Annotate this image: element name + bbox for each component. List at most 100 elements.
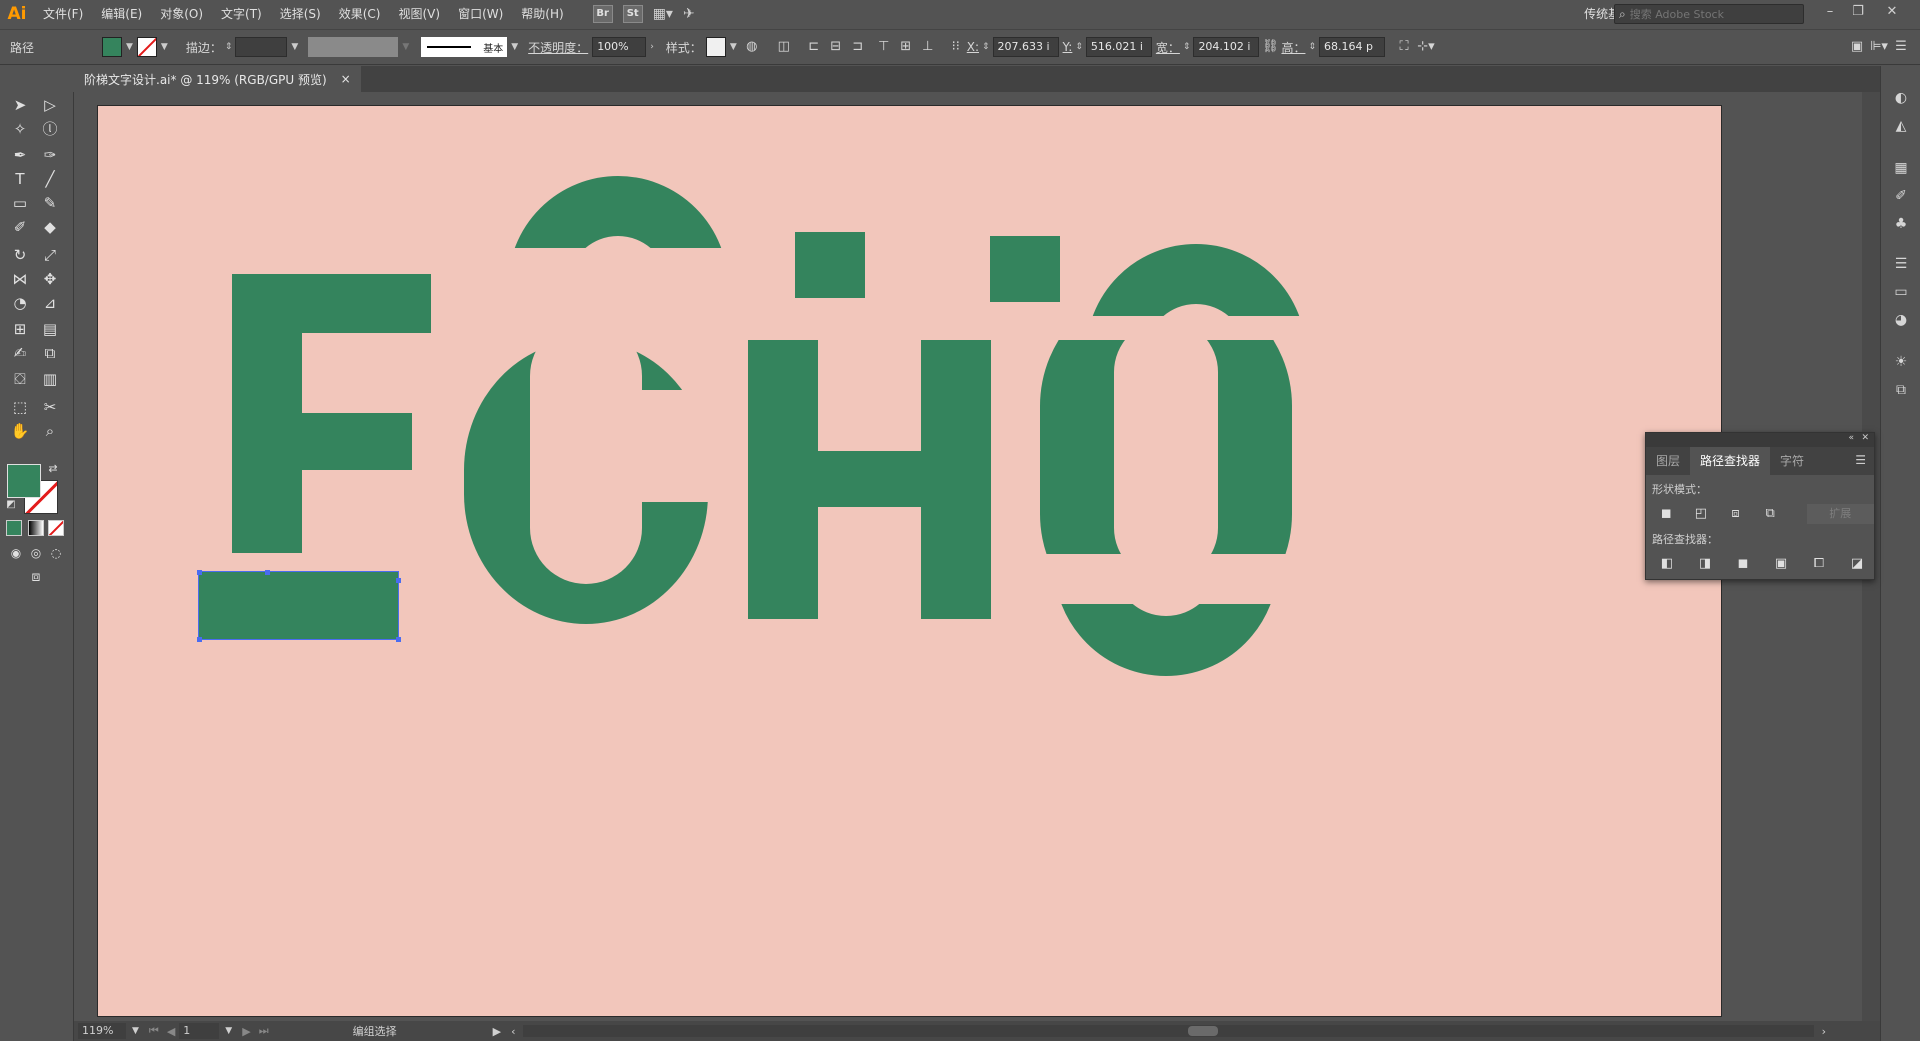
zoom-field[interactable]: 119% — [78, 1023, 126, 1039]
width-field[interactable]: 204.102 i — [1193, 37, 1260, 57]
next-artboard-icon[interactable]: ▶ — [242, 1025, 250, 1038]
last-artboard-icon[interactable]: ⏭ — [259, 1024, 269, 1038]
screen-mode-icon[interactable]: ⧈ — [24, 566, 48, 588]
menu-window[interactable]: 窗口(W) — [449, 0, 512, 28]
align-left-icon[interactable]: ⊏ — [803, 36, 825, 58]
selection-tool-icon[interactable]: ➤ — [8, 94, 32, 116]
swatches-icon[interactable]: ▦ — [1891, 158, 1911, 178]
slice-tool-icon[interactable]: ✂ — [38, 396, 62, 418]
curvature-tool-icon[interactable]: ✑ — [38, 144, 62, 166]
letter-h-crossbar[interactable] — [748, 451, 991, 507]
close-tab-icon[interactable]: × — [341, 72, 351, 86]
recolor-artwork-icon[interactable]: ◍ — [741, 36, 763, 58]
direct-selection-tool-icon[interactable]: ▷ — [38, 94, 62, 116]
bridge-icon[interactable]: Br — [592, 5, 613, 23]
chevron-down-icon[interactable]: ▼ — [291, 42, 298, 52]
menu-effect[interactable]: 效果(C) — [330, 0, 390, 28]
selection-anchor-point[interactable] — [396, 637, 401, 642]
exclude-icon[interactable]: ⧉ — [1760, 503, 1781, 525]
artboard-number-field[interactable]: 1 — [179, 1023, 220, 1039]
zoom-tool-icon[interactable]: ⌕ — [38, 420, 62, 442]
letter-o-top-arc[interactable] — [1086, 244, 1306, 316]
isolate-icon[interactable]: ▣ — [1846, 36, 1868, 58]
graphic-style-swatch[interactable] — [705, 37, 726, 57]
paintbrush-tool-icon[interactable]: ✎ — [38, 192, 62, 214]
letter-c-top-arc[interactable] — [508, 176, 728, 248]
magic-wand-tool-icon[interactable]: ✧ — [8, 118, 32, 140]
letter-e-bottom-bar-selected[interactable] — [198, 571, 399, 640]
chevron-down-icon[interactable]: ▼ — [511, 42, 518, 52]
eraser-tool-icon[interactable]: ◆ — [38, 216, 62, 238]
libraries-icon[interactable]: ◭ — [1891, 116, 1911, 136]
letter-h-left-step[interactable] — [795, 232, 865, 298]
artboard-tool-icon[interactable]: ⬚ — [8, 396, 32, 418]
type-tool-icon[interactable]: T — [8, 168, 32, 190]
arrange-panel-icon[interactable]: ⊫▾ — [1868, 36, 1890, 58]
stroke-color-swatch[interactable] — [136, 37, 157, 57]
tab-layers[interactable]: 图层 — [1646, 447, 1690, 475]
color-mode-icon[interactable] — [6, 520, 22, 536]
intersect-icon[interactable]: ⧈ — [1725, 503, 1746, 525]
letter-c-body[interactable] — [464, 340, 708, 624]
artboard[interactable] — [97, 105, 1722, 1017]
shaper-tool-icon[interactable]: ✐ — [8, 216, 32, 238]
crop-icon[interactable]: ▣ — [1770, 553, 1792, 575]
width-tool-icon[interactable]: ⋈ — [8, 268, 32, 290]
panel-header[interactable]: « ✕ — [1646, 433, 1874, 447]
transform-icon[interactable]: ⛶ — [1393, 36, 1415, 58]
gradient-icon[interactable]: ▭ — [1891, 282, 1911, 302]
scroll-right-icon[interactable]: › — [1822, 1025, 1826, 1038]
outline-icon[interactable]: ⧠ — [1808, 553, 1830, 575]
gradient-mode-icon[interactable] — [28, 520, 44, 536]
stroke-icon[interactable]: ☰ — [1891, 254, 1911, 274]
minus-back-icon[interactable]: ◪ — [1846, 553, 1868, 575]
menu-type[interactable]: 文字(T) — [212, 0, 271, 28]
y-stepper[interactable]: ⇕ — [1075, 42, 1083, 52]
stock-icon[interactable]: St — [622, 5, 643, 23]
close-window-icon[interactable]: ✕ — [1880, 4, 1904, 22]
selection-anchor-point[interactable] — [197, 637, 202, 642]
status-menu-arrow-icon[interactable]: ▶ — [493, 1025, 501, 1038]
arrange-documents-icon[interactable]: ▦▾ — [653, 6, 673, 22]
appearance-icon[interactable]: ☀ — [1891, 352, 1911, 372]
align-top-icon[interactable]: ⊤ — [873, 36, 895, 58]
minus-front-icon[interactable]: ◰ — [1691, 503, 1712, 525]
divide-icon[interactable]: ◧ — [1656, 553, 1678, 575]
scale-tool-icon[interactable]: ⤢ — [38, 244, 62, 266]
menu-help[interactable]: 帮助(H) — [512, 0, 572, 28]
opacity-field[interactable]: 100% — [592, 37, 647, 57]
letter-e-middle-bar[interactable] — [232, 413, 412, 470]
pen-tool-icon[interactable]: ✒ — [8, 144, 32, 166]
none-mode-icon[interactable] — [48, 520, 64, 536]
chevron-right-icon[interactable]: › — [650, 42, 654, 52]
reference-point-icon[interactable]: ⁝⁝ — [945, 36, 967, 58]
opacity-label[interactable]: 不透明度： — [528, 39, 588, 56]
height-stepper[interactable]: ⇕ — [1308, 42, 1316, 52]
brushes-icon[interactable]: ✐ — [1891, 186, 1911, 206]
chevron-down-icon[interactable]: ▼ — [402, 42, 409, 52]
fill-color-swatch[interactable] — [102, 37, 122, 57]
blend-tool-icon[interactable]: ⧉ — [38, 342, 62, 364]
close-panel-icon[interactable]: ✕ — [1861, 433, 1869, 443]
tab-character[interactable]: 字符 — [1770, 447, 1814, 475]
menu-edit[interactable]: 编辑(E) — [92, 0, 151, 28]
shape-builder-tool-icon[interactable]: ◔ — [8, 292, 32, 314]
variable-width-profile[interactable] — [308, 37, 399, 57]
puppet-warp-tool-icon[interactable]: ✥ — [38, 268, 62, 290]
gradient-tool-icon[interactable]: ▤ — [38, 318, 62, 340]
menu-object[interactable]: 对象(O) — [151, 0, 212, 28]
chevron-down-icon[interactable]: ▼ — [126, 42, 133, 52]
align-bottom-icon[interactable]: ⊥ — [917, 36, 939, 58]
eyedropper-tool-icon[interactable]: ✍ — [8, 342, 32, 364]
x-stepper[interactable]: ⇕ — [982, 42, 990, 52]
restore-icon[interactable]: ❐ — [1846, 4, 1870, 22]
document-tab[interactable]: 阶梯文字设计.ai* @ 119% (RGB/GPU 预览) × — [74, 66, 361, 92]
x-position-field[interactable]: 207.633 i — [992, 37, 1059, 57]
stock-search[interactable]: ⌕ — [1614, 4, 1804, 24]
perspective-grid-tool-icon[interactable]: ⊿ — [38, 292, 62, 314]
transform-options-icon[interactable]: ⊹▾ — [1415, 36, 1437, 58]
merge-icon[interactable]: ◼ — [1732, 553, 1754, 575]
horizontal-scrollbar[interactable] — [523, 1025, 1814, 1037]
chevron-down-icon[interactable]: ▼ — [161, 42, 168, 52]
rotate-tool-icon[interactable]: ↻ — [8, 244, 32, 266]
